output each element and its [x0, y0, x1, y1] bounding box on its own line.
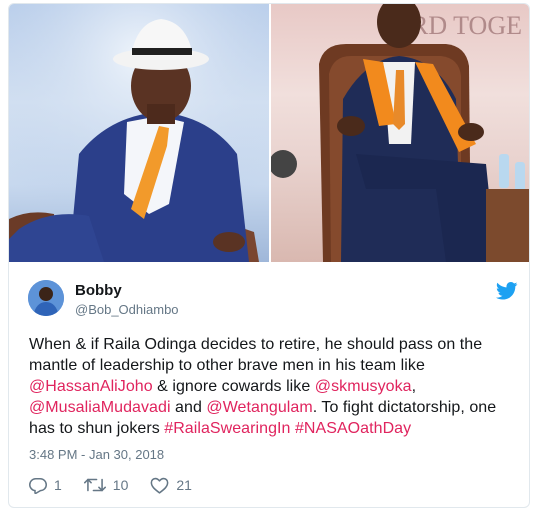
author-name[interactable]: Bobby	[75, 282, 122, 299]
hashtag-railaswearingin[interactable]: #RailaSwearingIn	[164, 420, 290, 437]
reply-icon	[29, 477, 47, 494]
twitter-bird-icon[interactable]	[496, 282, 518, 300]
like-count: 21	[176, 477, 192, 493]
mention-skmusyoka[interactable]: @skmusyoka	[315, 378, 412, 395]
author-handle[interactable]: @Bob_Odhiambo	[75, 302, 179, 317]
photo-right-illustration: RD TOGE	[271, 4, 529, 262]
tweet-text-segment: When & if Raila Odinga decides to retire…	[29, 336, 483, 374]
backdrop-text: RD TOGE	[411, 11, 522, 40]
mention-wetangulam[interactable]: @Wetangulam	[206, 399, 312, 416]
photo-left-illustration	[9, 4, 269, 262]
mention-hassanalijoho[interactable]: @HassanAliJoho	[29, 378, 153, 395]
tweet-header: Bobby @Bob_Odhiambo	[28, 276, 518, 320]
like-button[interactable]: 21	[150, 477, 192, 494]
reply-count: 1	[54, 477, 62, 493]
tweet-text-segment: and	[170, 399, 207, 416]
retweet-button[interactable]: 10	[83, 477, 129, 493]
tweet-actions: 1 10 21	[29, 475, 214, 495]
avatar-image	[28, 280, 64, 316]
tweet-card[interactable]: RD TOGE Bobby @Bob_Odhiambo When & if Ra…	[8, 3, 530, 508]
tweet-text-segment: ,	[411, 378, 417, 395]
retweet-count: 10	[112, 477, 129, 493]
hashtag-nasaoathday[interactable]: #NASAOathDay	[295, 420, 411, 437]
retweet-icon	[83, 478, 106, 492]
tweet-text: When & if Raila Odinga decides to retire…	[29, 334, 519, 439]
tweet-text-segment: & ignore cowards like	[152, 378, 315, 395]
mention-musaliamudavadi[interactable]: @MusaliaMudavadi	[29, 399, 171, 416]
tweet-photo-right[interactable]: RD TOGE	[271, 4, 529, 262]
reply-button[interactable]: 1	[29, 477, 62, 494]
author-avatar[interactable]	[28, 280, 64, 316]
tweet-photo-left[interactable]	[9, 4, 269, 262]
tweet-media[interactable]: RD TOGE	[9, 4, 529, 262]
tweet-timestamp[interactable]: 3:48 PM - Jan 30, 2018	[29, 447, 164, 462]
heart-icon	[150, 477, 169, 494]
